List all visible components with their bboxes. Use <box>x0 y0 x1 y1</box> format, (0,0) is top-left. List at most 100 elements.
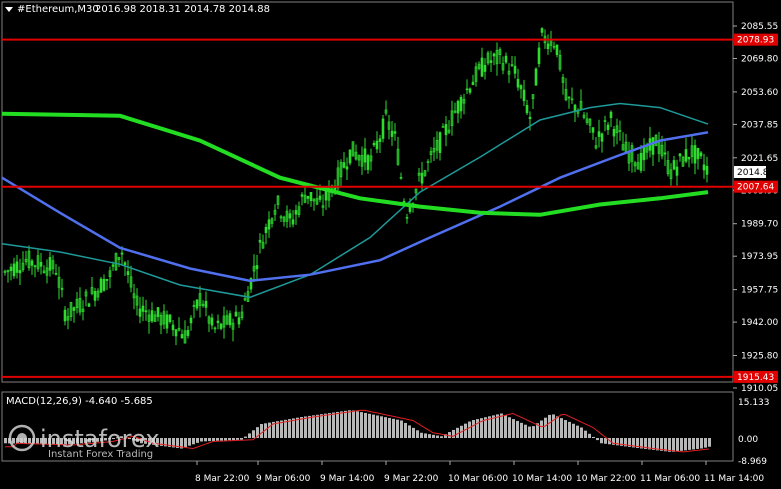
candle-body <box>144 310 148 313</box>
macd-bar <box>360 412 363 438</box>
candle-body <box>522 89 526 102</box>
candle-body <box>54 273 58 275</box>
macd-bar <box>584 430 587 438</box>
candle-body <box>399 177 403 179</box>
candle-body <box>291 219 295 225</box>
candle-body <box>480 57 484 77</box>
candle-body <box>141 305 145 312</box>
candle-body <box>651 137 655 155</box>
candle-body <box>597 131 601 137</box>
macd-bar <box>288 419 291 438</box>
macd-bar <box>240 438 243 440</box>
macd-bar <box>540 420 543 438</box>
candle-body <box>444 124 448 136</box>
price-tick-label: 1957.75 <box>741 286 778 296</box>
macd-bar <box>368 413 371 438</box>
price-tick-label: 2053.60 <box>741 88 778 98</box>
ohlc-values: 2016.98 2018.31 2014.78 2014.88 <box>95 4 270 15</box>
candle-body <box>372 143 376 146</box>
macd-bar <box>524 424 527 438</box>
watermark-tagline: Instant Forex Trading <box>48 449 153 460</box>
macd-bar <box>548 414 551 438</box>
candle-body <box>216 320 220 324</box>
macd-bar <box>700 438 703 449</box>
macd-bar <box>312 415 315 438</box>
candle-body <box>378 138 382 142</box>
candle-body <box>366 155 370 170</box>
candle-body <box>519 85 523 90</box>
candle-body <box>510 64 514 66</box>
candle-body <box>204 300 208 308</box>
time-tick-label: 11 Mar 14:00 <box>704 474 764 484</box>
candle-body <box>342 162 346 168</box>
candle-body <box>99 278 103 293</box>
candle-body <box>483 64 487 72</box>
candle-body <box>678 153 682 157</box>
candle-body <box>390 130 394 137</box>
candle-body <box>12 263 16 277</box>
macd-bar <box>292 418 295 438</box>
candle-body <box>60 287 64 290</box>
macd-bar <box>532 426 535 438</box>
candle-body <box>642 146 646 161</box>
macd-bar <box>596 438 599 441</box>
macd-bar <box>592 436 595 438</box>
macd-bar <box>432 434 435 438</box>
candle-body <box>363 148 367 163</box>
candle-body <box>306 195 310 199</box>
macd-bar <box>284 419 287 438</box>
horizontal-levels <box>2 38 733 378</box>
macd-bar <box>384 417 387 438</box>
candle-body <box>381 118 385 139</box>
price-tick-label: 1942.00 <box>741 318 778 328</box>
macd-bar <box>352 410 355 438</box>
macd-bar <box>692 438 695 450</box>
candle-body <box>420 172 424 184</box>
price-chart[interactable]: #Ethereum,M30 2016.98 2018.31 2014.78 20… <box>0 0 781 489</box>
candle-body <box>150 310 154 322</box>
candle-body <box>534 68 538 86</box>
macd-bar <box>464 423 467 438</box>
price-axis: 2085.552069.802053.602037.852021.652005.… <box>733 22 778 394</box>
macd-bar <box>36 438 39 445</box>
macd-bar <box>496 414 499 438</box>
time-axis: 8 Mar 22:00 9 Mar 06:00 9 Mar 14:00 9 Mar 2… <box>195 461 764 484</box>
macd-bar <box>400 420 403 438</box>
macd-bar <box>380 416 383 438</box>
candle-body <box>102 279 106 291</box>
candle-body <box>699 152 703 157</box>
candle-body <box>234 311 238 317</box>
macd-bar <box>348 410 351 438</box>
candle-body <box>156 307 160 317</box>
candle-body <box>492 53 496 57</box>
macd-tick-top: 15.133 <box>738 398 770 408</box>
main-chart-frame <box>1 1 734 383</box>
macd-bar <box>304 416 307 438</box>
candle-body <box>210 317 214 326</box>
macd-bar <box>472 420 475 438</box>
candle-body <box>111 264 115 267</box>
time-tick-label: 10 Mar 22:00 <box>576 474 636 484</box>
candle-body <box>438 132 442 153</box>
candle-body <box>168 314 172 323</box>
macd-bar <box>416 430 419 438</box>
triangle-down-icon[interactable] <box>5 7 13 12</box>
macd-bar <box>424 433 427 438</box>
macd-bar <box>576 425 579 438</box>
macd-bar <box>308 415 311 438</box>
macd-bar <box>332 412 335 438</box>
candle-body <box>138 308 142 317</box>
macd-bar <box>208 438 211 442</box>
candle-body <box>15 261 19 273</box>
macd-bar <box>408 425 411 438</box>
macd-bar <box>664 438 667 452</box>
macd-bar <box>300 417 303 438</box>
macd-bar <box>420 432 423 438</box>
macd-bar <box>376 415 379 438</box>
macd-bar <box>544 417 547 438</box>
macd-bar <box>188 438 191 446</box>
macd-bar <box>468 421 471 438</box>
macd-bar <box>672 438 675 452</box>
price-tick-label: 1910.05 <box>741 384 778 394</box>
candle-body <box>255 265 259 270</box>
